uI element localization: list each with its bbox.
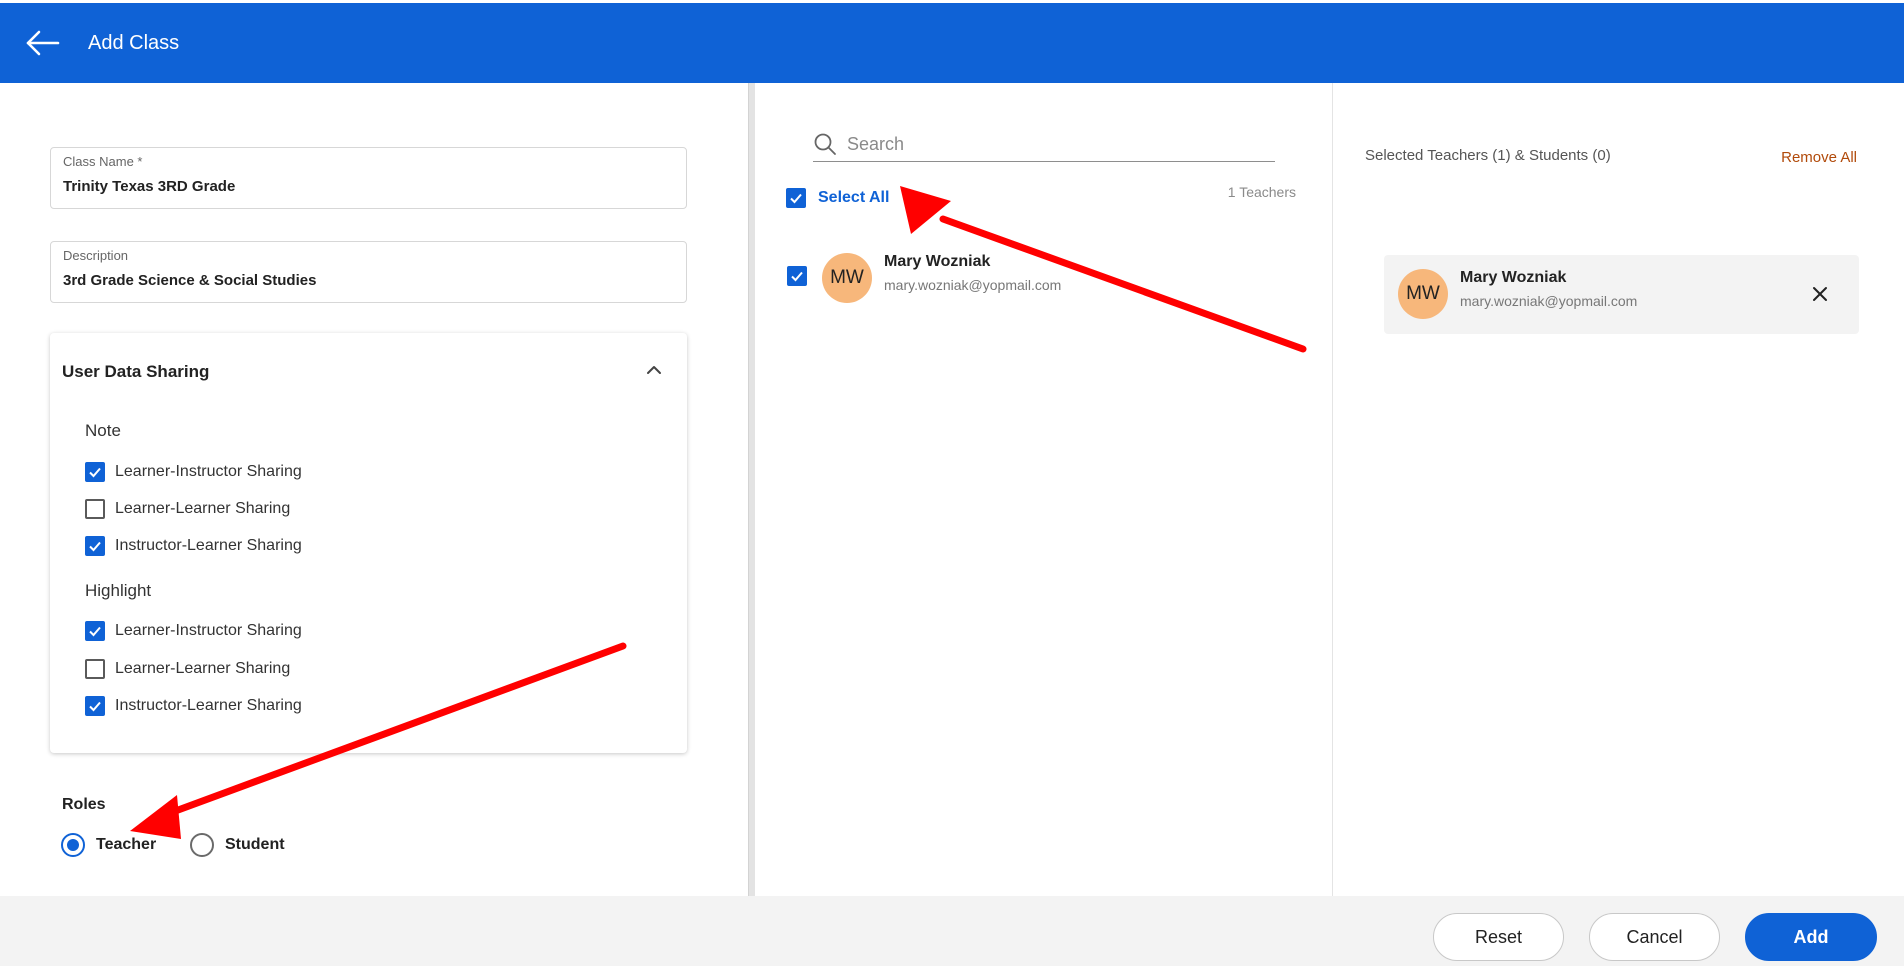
- radio-unselected-icon: [190, 833, 214, 857]
- highlight-group-label: Highlight: [85, 581, 152, 600]
- list-item[interactable]: MW Mary Wozniak mary.wozniak@yopmail.com: [786, 253, 1286, 309]
- checkbox-label: Learner-Learner Sharing: [115, 500, 291, 517]
- selected-user-chip: MW Mary Wozniak mary.wozniak@yopmail.com: [1384, 255, 1859, 334]
- class-name-value[interactable]: Trinity Texas 3RD Grade: [63, 178, 235, 195]
- user-data-sharing-title: User Data Sharing: [62, 362, 210, 381]
- reset-button[interactable]: Reset: [1433, 913, 1564, 961]
- description-field[interactable]: Description 3rd Grade Science & Social S…: [50, 241, 687, 303]
- remove-user-button[interactable]: [1807, 281, 1833, 307]
- avatar: MW: [822, 253, 872, 303]
- class-details-panel: Class Name * Trinity Texas 3RD Grade Des…: [0, 83, 749, 896]
- teacher-count: 1 Teachers: [1227, 184, 1296, 200]
- note-learner-instructor-checkbox[interactable]: Learner-Instructor Sharing: [85, 460, 302, 484]
- checkbox-checked-icon[interactable]: [787, 266, 807, 286]
- page-title: Add Class: [88, 32, 180, 54]
- class-name-label: Class Name *: [63, 154, 143, 169]
- cancel-button[interactable]: Cancel: [1589, 913, 1720, 961]
- panel-resize-handle[interactable]: [748, 83, 755, 896]
- radio-label: Student: [225, 836, 285, 853]
- top-bar: Add Class: [0, 3, 1904, 83]
- select-all-label: Select All: [818, 189, 890, 206]
- checkbox-label: Learner-Instructor Sharing: [115, 622, 302, 639]
- selected-users-panel: Selected Teachers (1) & Students (0) Rem…: [1333, 83, 1904, 896]
- checkbox-checked-icon: [85, 536, 105, 556]
- search-box: [813, 129, 1275, 162]
- class-name-field[interactable]: Class Name * Trinity Texas 3RD Grade: [50, 147, 687, 209]
- arrow-left-icon: [26, 30, 60, 56]
- search-icon: [814, 133, 836, 155]
- selection-summary: Selected Teachers (1) & Students (0): [1365, 147, 1611, 164]
- add-class-page: Add Class Class Name * Trinity Texas 3RD…: [0, 0, 1904, 966]
- checkbox-label: Instructor-Learner Sharing: [115, 537, 302, 554]
- checkbox-unchecked-icon: [85, 659, 105, 679]
- collapse-button[interactable]: [643, 359, 665, 381]
- checkbox-checked-icon: [85, 462, 105, 482]
- footer-bar: Reset Cancel Add: [0, 896, 1904, 966]
- remove-all-link[interactable]: Remove All: [1781, 149, 1857, 166]
- role-teacher-radio[interactable]: Teacher: [61, 831, 156, 859]
- roles-label: Roles: [62, 796, 106, 813]
- person-email: mary.wozniak@yopmail.com: [884, 277, 1062, 293]
- select-all-checkbox[interactable]: Select All: [786, 188, 889, 208]
- checkbox-checked-icon: [786, 188, 806, 208]
- close-icon: [1813, 287, 1827, 301]
- description-value[interactable]: 3rd Grade Science & Social Studies: [63, 272, 316, 289]
- radio-selected-icon: [61, 833, 85, 857]
- checkbox-checked-icon: [85, 621, 105, 641]
- checkbox-unchecked-icon: [85, 499, 105, 519]
- checkbox-label: Learner-Learner Sharing: [115, 660, 291, 677]
- checkbox-label: Instructor-Learner Sharing: [115, 697, 302, 714]
- radio-label: Teacher: [96, 836, 157, 853]
- note-instructor-learner-checkbox[interactable]: Instructor-Learner Sharing: [85, 534, 302, 558]
- search-input[interactable]: [847, 131, 1267, 157]
- back-button[interactable]: [22, 25, 64, 61]
- checkbox-checked-icon: [85, 696, 105, 716]
- note-learner-learner-checkbox[interactable]: Learner-Learner Sharing: [85, 497, 290, 521]
- avatar: MW: [1398, 269, 1448, 319]
- person-email: mary.wozniak@yopmail.com: [1460, 293, 1638, 309]
- description-label: Description: [63, 248, 129, 263]
- user-list-panel: Select All 1 Teachers MW Mary Wozniak ma…: [755, 83, 1332, 896]
- person-name: Mary Wozniak: [884, 253, 991, 270]
- add-button[interactable]: Add: [1745, 913, 1877, 961]
- highlight-instructor-learner-checkbox[interactable]: Instructor-Learner Sharing: [85, 694, 302, 718]
- checkbox-label: Learner-Instructor Sharing: [115, 463, 302, 480]
- highlight-learner-instructor-checkbox[interactable]: Learner-Instructor Sharing: [85, 619, 302, 643]
- user-data-sharing-card: User Data Sharing Note Learner-Instructo…: [50, 333, 687, 753]
- person-name: Mary Wozniak: [1460, 269, 1567, 286]
- note-group-label: Note: [85, 421, 121, 440]
- role-student-radio[interactable]: Student: [190, 831, 285, 859]
- chevron-up-icon: [647, 366, 661, 374]
- highlight-learner-learner-checkbox[interactable]: Learner-Learner Sharing: [85, 657, 290, 681]
